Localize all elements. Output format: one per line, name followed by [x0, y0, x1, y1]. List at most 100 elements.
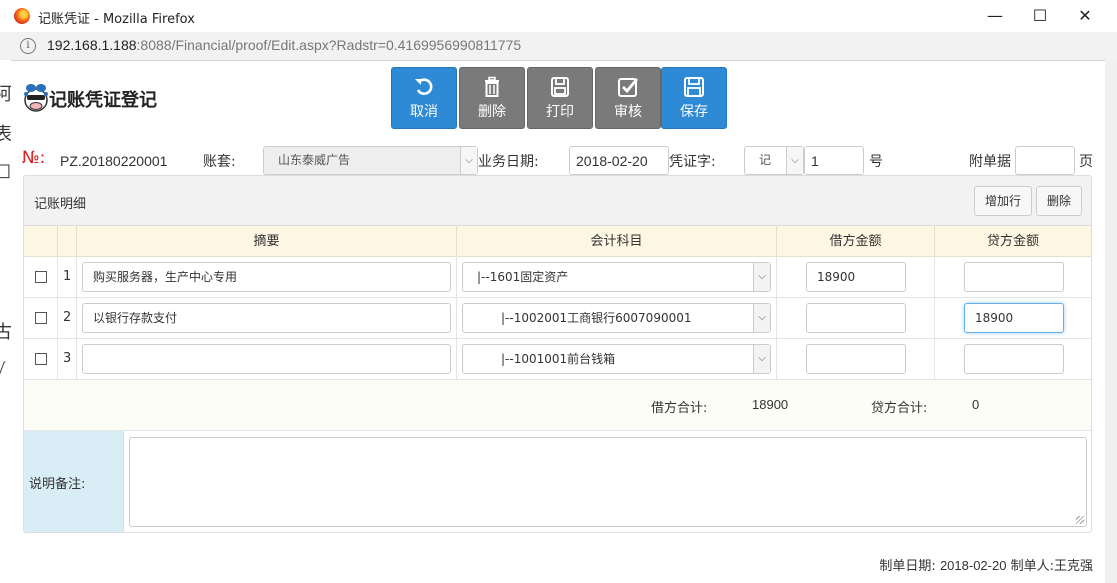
account-select[interactable]: |--1601固定资产 ⌵	[462, 262, 771, 292]
account-value: |--1002001工商银行6007090001	[501, 311, 692, 325]
table-header: 摘要 会计科目 借方金额 贷方金额	[24, 226, 1091, 257]
print-icon	[551, 77, 569, 97]
summary-cell: 以银行存款支付	[77, 298, 457, 338]
debit-input[interactable]: 18900	[806, 262, 906, 292]
details-panel: 记账明细 增加行 删除 摘要 会计科目 借方金额 贷方金额 1 购买服务器，生产…	[23, 175, 1092, 533]
header-check-col	[24, 226, 58, 257]
biz-date-label: 业务日期:	[478, 154, 539, 170]
account-set-select[interactable]: 山东泰威广告 ⌵	[263, 146, 478, 175]
voucher-word-value: 记	[759, 153, 772, 167]
notes-label-cell: 说明备注:	[24, 431, 124, 532]
debit-total-value: 18900	[752, 397, 789, 412]
account-cell: |--1601固定资产 ⌵	[457, 257, 777, 297]
account-value: |--1001001前台钱箱	[501, 352, 616, 366]
row-checkbox[interactable]	[35, 312, 47, 324]
print-button[interactable]: 打印	[527, 67, 593, 129]
voucher-word-label: 凭证字:	[669, 154, 716, 170]
voucher-word-select[interactable]: 记 ⌵	[744, 146, 804, 175]
attachments-input[interactable]	[1015, 146, 1075, 175]
page-title: 记账凭证登记	[49, 90, 157, 111]
table-row: 3 |--1001001前台钱箱 ⌵	[24, 339, 1091, 380]
credit-cell	[935, 339, 1091, 379]
summary-input[interactable]: 以银行存款支付	[82, 303, 451, 333]
add-row-button[interactable]: 增加行	[974, 186, 1032, 216]
summary-input[interactable]: 购买服务器，生产中心专用	[82, 262, 451, 292]
chevron-down-icon: ⌵	[460, 147, 477, 174]
debit-cell	[777, 298, 935, 338]
page-scrollbar[interactable]	[1105, 60, 1117, 583]
voucher-number-input[interactable]	[804, 146, 864, 175]
notes-textarea[interactable]	[129, 437, 1087, 527]
debit-input[interactable]	[806, 303, 906, 333]
delete-button-label: 删除	[478, 104, 506, 120]
account-select[interactable]: |--1002001工商银行6007090001 ⌵	[462, 303, 771, 333]
credit-input[interactable]	[964, 344, 1064, 374]
row-checkbox[interactable]	[35, 271, 47, 283]
account-select[interactable]: |--1001001前台钱箱 ⌵	[462, 344, 771, 374]
cancel-button[interactable]: 取消	[391, 67, 457, 129]
account-value: |--1601固定资产	[477, 270, 569, 284]
audit-button[interactable]: 审核	[595, 67, 661, 129]
table-row: 1 购买服务器，生产中心专用 |--1601固定资产 ⌵ 18900	[24, 257, 1091, 298]
delete-voucher-button[interactable]: 删除	[459, 67, 525, 129]
header-summary: 摘要	[77, 226, 457, 257]
voucher-no-value: PZ.20180220001	[60, 153, 168, 169]
row-check-cell	[24, 257, 58, 297]
row-number: 2	[63, 310, 72, 325]
credit-cell	[935, 257, 1091, 297]
biz-date-input[interactable]	[569, 146, 669, 175]
summary-cell: 购买服务器，生产中心专用	[77, 257, 457, 297]
background-page-strip: 阿 表 □ 古 √	[0, 60, 11, 583]
credit-input[interactable]	[964, 262, 1064, 292]
chevron-down-icon: ⌵	[786, 147, 803, 174]
account-cell: |--1002001工商银行6007090001 ⌵	[457, 298, 777, 338]
header-account: 会计科目	[457, 226, 777, 257]
row-check-cell	[24, 339, 58, 379]
url-bar[interactable]: i 192.168.1.188:8088/Financial/proof/Edi…	[0, 32, 1117, 61]
account-cell: |--1001001前台钱箱 ⌵	[457, 339, 777, 379]
firefox-logo-icon	[14, 8, 30, 24]
row-checkbox[interactable]	[35, 353, 47, 365]
row-number: 1	[63, 269, 72, 284]
url-host: 192.168.1.188	[47, 37, 137, 53]
credit-input[interactable]: 18900	[964, 303, 1064, 333]
row-num-cell: 3	[58, 339, 77, 379]
chevron-down-icon: ⌵	[753, 345, 770, 373]
footer-info: 制单日期: 2018-02-20 制单人:王克强	[879, 555, 1093, 574]
cow-mascot-icon	[24, 84, 48, 112]
header-num-col	[58, 226, 77, 257]
minimize-button[interactable]: —	[975, 4, 1015, 28]
maximize-button[interactable]: ☐	[1020, 4, 1060, 28]
header-debit: 借方金额	[777, 226, 935, 257]
url-path: :8088/Financial/proof/Edit.aspx?Radstr=0…	[136, 37, 522, 53]
debit-cell: 18900	[777, 257, 935, 297]
credit-total-value: 0	[972, 397, 980, 412]
print-button-label: 打印	[546, 104, 574, 120]
resize-grip-icon[interactable]	[1076, 516, 1084, 524]
made-date-value: 2018-02-20	[939, 558, 1007, 573]
row-num-cell: 2	[58, 298, 77, 338]
window-titlebar: 记账凭证 - Mozilla Firefox — ☐ ✕	[0, 0, 1117, 33]
row-check-cell	[24, 298, 58, 338]
info-icon[interactable]: i	[20, 38, 36, 54]
checkbox-icon	[618, 78, 639, 97]
header-credit: 贷方金额	[986, 234, 1039, 249]
url-text[interactable]: 192.168.1.188:8088/Financial/proof/Edit.…	[47, 37, 521, 53]
details-title: 记账明细	[34, 197, 87, 212]
save-button[interactable]: 保存	[661, 67, 727, 129]
chevron-down-icon: ⌵	[753, 263, 770, 291]
account-set-label: 账套:	[203, 154, 236, 170]
row-num-cell: 1	[58, 257, 77, 297]
made-date-label: 制单日期:	[879, 559, 936, 574]
voucher-no-label: №:	[22, 148, 46, 168]
summary-input[interactable]	[82, 344, 451, 374]
close-window-button[interactable]: ✕	[1065, 4, 1105, 28]
maker-value: 王克强	[1053, 559, 1093, 574]
save-button-label: 保存	[680, 104, 708, 120]
undo-icon	[415, 78, 433, 95]
credit-total-label: 贷方合计:	[871, 401, 928, 416]
audit-button-label: 审核	[614, 104, 642, 120]
summary-cell	[77, 339, 457, 379]
delete-row-button[interactable]: 删除	[1036, 186, 1082, 216]
debit-input[interactable]	[806, 344, 906, 374]
